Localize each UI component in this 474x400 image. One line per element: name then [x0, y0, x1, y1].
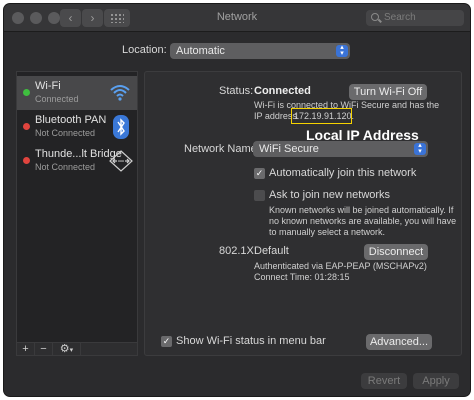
disconnect-button[interactable]: Disconnect: [364, 244, 428, 260]
gear-icon: ⚙: [59, 343, 70, 355]
thunderbolt-icon: [109, 150, 133, 172]
authentication-info: Authenticated via EAP-PEAP (MSCHAPv2): [254, 261, 427, 271]
status-dot: [23, 89, 30, 96]
add-service-button[interactable]: +: [17, 343, 35, 355]
service-status: Not Connected: [35, 162, 96, 172]
network-name-value: WiFi Secure: [259, 143, 319, 155]
apply-button[interactable]: Apply: [413, 373, 459, 389]
wifi-icon: [110, 85, 130, 101]
service-status: Not Connected: [35, 128, 96, 138]
search-icon: [371, 13, 379, 21]
chevron-down-icon: ▾: [69, 347, 74, 354]
network-name-label: Network Name:: [184, 143, 260, 155]
service-name: Wi-Fi: [35, 80, 61, 92]
search-placeholder: Search: [384, 12, 416, 23]
title-bar: ‹ › Network Search: [4, 4, 470, 32]
ask-join-help-line: Known networks will be joined automatica…: [269, 205, 454, 215]
revert-button[interactable]: Revert: [361, 373, 407, 389]
ask-join-checkbox[interactable]: [254, 190, 265, 201]
chevron-updown-icon: ▴ ▾: [336, 44, 348, 57]
menubar-status-label: Show Wi-Fi status in menu bar: [176, 335, 326, 347]
service-item-wifi[interactable]: Wi-Fi Connected: [17, 76, 137, 110]
service-list: Wi-Fi Connected Bluetooth PAN Not Connec…: [16, 71, 138, 353]
checkmark-icon: ✓: [162, 336, 171, 346]
checkmark-icon: ✓: [255, 168, 264, 178]
chevron-updown-icon: ▴ ▾: [414, 142, 426, 155]
status-value: Connected: [254, 85, 311, 97]
service-item-bluetooth-pan[interactable]: Bluetooth PAN Not Connected: [17, 110, 137, 144]
advanced-button[interactable]: Advanced...: [366, 334, 432, 350]
ip-address-highlight: [291, 108, 352, 124]
ask-join-help-line: no known networks are available, you wil…: [269, 216, 457, 226]
dot1x-value: Default: [254, 245, 289, 257]
status-dot: [23, 123, 30, 130]
service-name: Bluetooth PAN: [35, 114, 107, 126]
ask-join-help-line: to manually select a network.: [269, 227, 386, 237]
remove-service-button[interactable]: −: [35, 343, 53, 355]
auto-join-label: Automatically join this network: [269, 167, 417, 179]
ask-join-label: Ask to join new networks: [269, 189, 391, 201]
service-item-thunderbolt-bridge[interactable]: Thunde...lt Bridge Not Connected: [17, 144, 137, 178]
network-preferences-window: ‹ › Network Search Location: Automatic ▴…: [4, 4, 470, 396]
location-label: Location:: [122, 44, 167, 56]
location-value: Automatic: [176, 45, 225, 57]
auto-join-checkbox[interactable]: ✓: [254, 168, 265, 179]
status-dot: [23, 157, 30, 164]
connect-time: Connect Time: 01:28:15: [254, 272, 350, 282]
status-label: Status:: [219, 85, 254, 97]
turn-wifi-off-button[interactable]: Turn Wi-Fi Off: [349, 84, 427, 100]
service-list-controls: + − ⚙▾: [16, 342, 138, 356]
service-status: Connected: [35, 94, 79, 104]
network-name-select[interactable]: WiFi Secure ▴ ▾: [253, 141, 428, 157]
menubar-status-checkbox[interactable]: ✓: [161, 336, 172, 347]
dot1x-label: 802.1X:: [219, 245, 257, 257]
search-field[interactable]: Search: [366, 10, 464, 26]
location-select[interactable]: Automatic ▴ ▾: [170, 43, 350, 59]
bluetooth-icon: [113, 115, 129, 139]
service-action-menu-button[interactable]: ⚙▾: [53, 343, 81, 355]
